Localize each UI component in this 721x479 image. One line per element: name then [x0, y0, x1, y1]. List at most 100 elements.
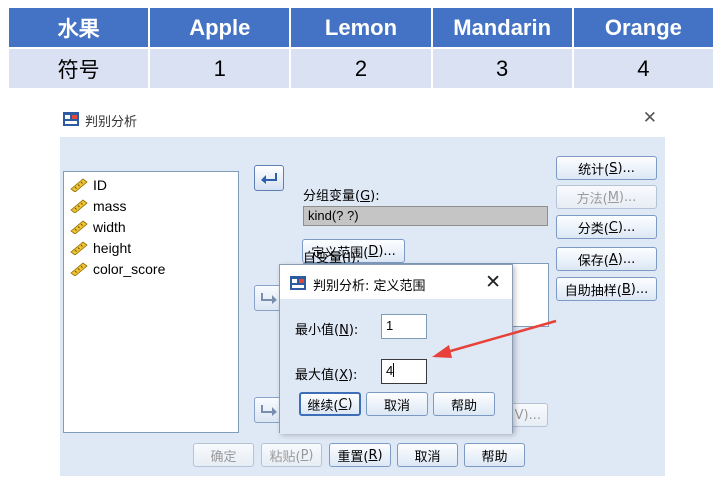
label-text: ) — [308, 447, 314, 463]
label-mnemonic: C — [338, 396, 348, 412]
table-header-cell: Mandarin — [430, 6, 574, 49]
label-text: ): — [347, 368, 358, 383]
label-mnemonic: B — [621, 281, 631, 297]
label-text: 取消 — [383, 398, 410, 414]
label-text: ) — [377, 447, 383, 463]
table-header-cell: 水果 — [6, 6, 151, 49]
subdialog-title: 判别分析: 定义范围 — [313, 279, 426, 294]
table-header-cell: Orange — [571, 6, 716, 49]
variable-name: height — [93, 240, 132, 256]
table-header-cell: Apple — [148, 6, 292, 49]
label-text: 重置( — [337, 449, 369, 465]
save-button[interactable]: 保存(A)... — [556, 247, 657, 271]
help-button[interactable]: 帮助 — [464, 443, 525, 467]
label-text: 统计( — [578, 162, 610, 178]
label-text: 分组变量( — [303, 189, 361, 204]
label-text: 帮助 — [481, 449, 508, 465]
subdialog-title-bar[interactable]: 判别分析: 定义范围 ✕ — [280, 265, 512, 299]
label-text: 保存( — [577, 253, 609, 269]
maximum-label: 最大值(X): — [295, 364, 357, 383]
table-cell: 4 — [571, 47, 716, 90]
label-text: ) — [347, 396, 353, 412]
close-icon[interactable]: ✕ — [485, 271, 501, 293]
label-mnemonic: M — [607, 189, 619, 205]
label-mnemonic: S — [609, 160, 618, 176]
label-text: )... — [617, 160, 635, 176]
variable-name: mass — [93, 198, 127, 214]
label-mnemonic: C — [608, 219, 618, 235]
label-text: )... — [630, 281, 649, 297]
label-mnemonic: X — [339, 368, 348, 383]
minimum-label: 最小值(N): — [295, 319, 358, 338]
reset-button[interactable]: 重置(R) — [329, 443, 391, 467]
ok-button[interactable]: 确定 — [193, 443, 254, 467]
cancel-button[interactable]: 取消 — [397, 443, 458, 467]
scale-variable-icon — [70, 220, 88, 234]
subdialog-cancel-button[interactable]: 取消 — [366, 392, 428, 416]
label-text: )... — [618, 189, 637, 205]
paste-button[interactable]: 粘贴(P) — [261, 443, 322, 467]
table-header-row: 水果 Apple Lemon Mandarin Orange — [6, 6, 716, 49]
maximum-input[interactable]: 4 — [381, 359, 427, 384]
list-item[interactable]: height — [70, 239, 131, 257]
table-cell: 2 — [289, 47, 433, 90]
label-text: 帮助 — [450, 398, 477, 414]
scale-variable-icon — [70, 241, 88, 255]
label-text: 自助抽样( — [564, 283, 622, 299]
label-text: ): — [370, 189, 380, 204]
label-text: ): — [348, 323, 359, 338]
grouping-variable-field[interactable]: kind(? ?) — [303, 206, 548, 226]
label-text: 继续( — [307, 398, 339, 414]
label-text: )... — [378, 243, 396, 259]
move-to-grouping-button[interactable] — [254, 165, 284, 191]
continue-button[interactable]: 继续(C) — [299, 392, 361, 416]
subdialog-help-button[interactable]: 帮助 — [433, 392, 495, 416]
arrow-left-icon — [261, 173, 277, 184]
label-text: 最小值( — [295, 323, 340, 338]
label-mnemonic: N — [339, 323, 349, 338]
arrow-right-icon — [261, 293, 277, 304]
list-item[interactable]: ID — [70, 176, 107, 194]
variable-name: color_score — [93, 261, 166, 277]
list-item[interactable]: color_score — [70, 260, 165, 278]
variable-name: width — [93, 219, 126, 235]
close-icon[interactable]: ✕ — [643, 108, 657, 128]
label-text: 最大值( — [295, 368, 340, 383]
label-text: 确定 — [210, 449, 237, 465]
dialog-title-bar[interactable]: 判别分析 ✕ — [57, 104, 665, 134]
source-variable-list[interactable]: ID mass width height color_score — [63, 171, 239, 433]
method-button[interactable]: 方法(M)... — [556, 185, 657, 209]
list-item[interactable]: mass — [70, 197, 126, 215]
bootstrap-button[interactable]: 自助抽样(B)... — [556, 277, 657, 301]
label-mnemonic: G — [360, 189, 371, 204]
label-text: )... — [617, 251, 636, 267]
minimum-input[interactable]: 1 — [381, 314, 427, 339]
text-caret — [393, 363, 395, 377]
arrow-right-icon — [261, 405, 277, 416]
table-cell: 3 — [430, 47, 574, 90]
variable-name: ID — [93, 177, 107, 193]
spss-app-icon — [290, 276, 306, 290]
label-text: V)... — [514, 407, 541, 423]
fruit-symbol-table: 水果 Apple Lemon Mandarin Orange 符号 1 2 3 … — [6, 6, 716, 90]
input-value: 4 — [386, 363, 394, 378]
label-mnemonic: P — [300, 447, 309, 463]
label-mnemonic: A — [608, 251, 618, 267]
scale-variable-icon — [70, 262, 88, 276]
subdialog-body: 最小值(N): 1 最大值(X): 4 继续(C) 取消 帮助 — [280, 299, 512, 434]
grouping-variable-label: 分组变量(G): — [303, 185, 380, 204]
statistics-button[interactable]: 统计(S)... — [556, 156, 657, 180]
label-text: )... — [617, 219, 636, 235]
label-text: 方法( — [576, 191, 608, 207]
spss-app-icon — [63, 112, 79, 126]
table-cell: 符号 — [6, 47, 151, 90]
label-mnemonic: R — [368, 447, 378, 463]
dialog-title: 判别分析 — [85, 115, 138, 130]
table-header-cell: Lemon — [289, 6, 433, 49]
list-item[interactable]: width — [70, 218, 126, 236]
classify-button[interactable]: 分类(C)... — [556, 215, 657, 239]
table-row: 符号 1 2 3 4 — [6, 47, 716, 90]
scale-variable-icon — [70, 199, 88, 213]
label-text: 取消 — [414, 449, 441, 465]
scale-variable-icon — [70, 178, 88, 192]
